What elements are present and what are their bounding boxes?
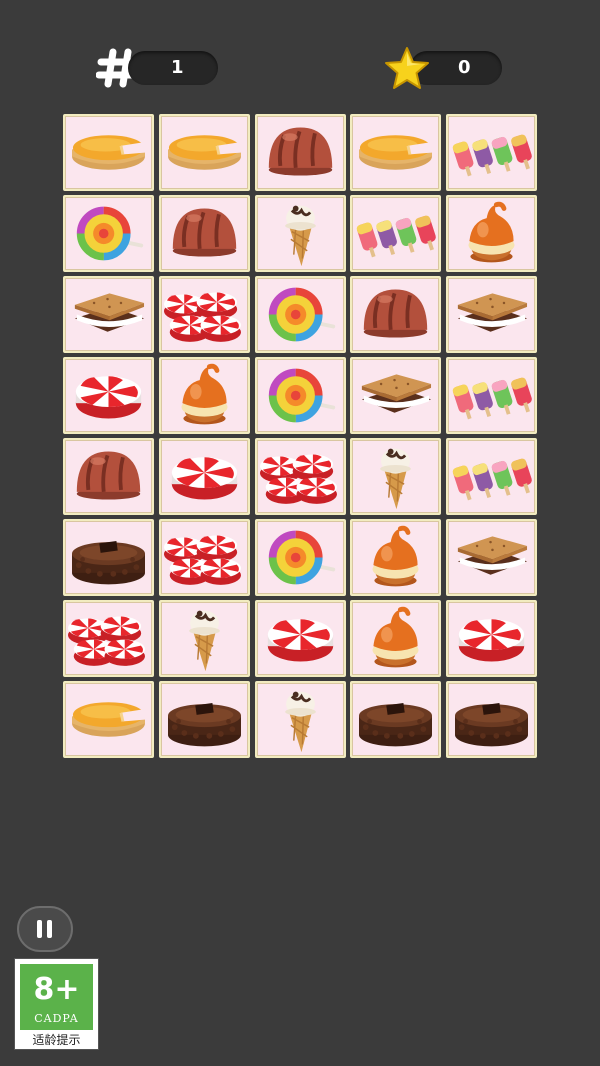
ice-cream-cone-icon [284, 205, 316, 267]
peppermint-candy-icon [267, 619, 333, 662]
tile-popsicles[interactable] [446, 114, 537, 191]
peppermint-candy-icon [171, 457, 237, 500]
chocolate-cake-icon [167, 702, 241, 747]
lollipop-icon [268, 287, 335, 342]
moves-pill: 1 [128, 51, 218, 85]
peppermint-candies-icon [163, 535, 241, 585]
smores-icon [457, 293, 528, 332]
caramel-cupcake-icon [372, 525, 419, 587]
smores-icon [457, 536, 528, 575]
tile-cheese-pie[interactable] [63, 114, 154, 191]
tile-peppermint-candy[interactable] [254, 600, 346, 677]
tile-smores[interactable] [63, 276, 154, 353]
cheese-pie-icon [72, 135, 146, 170]
tile-chocolate-cake[interactable] [158, 681, 250, 758]
tile-popsicles[interactable] [446, 357, 537, 434]
age-rating-note: 适龄提示 [32, 1033, 81, 1047]
tile-caramel-cupcake[interactable] [446, 195, 537, 272]
tile-lollipop[interactable] [254, 276, 346, 353]
tile-chocolate-dome[interactable] [254, 114, 346, 191]
tile-ice-cream-cone[interactable] [254, 195, 346, 272]
tile-smores[interactable] [350, 357, 442, 434]
ice-cream-cone-icon [284, 691, 316, 753]
tile-popsicles[interactable] [350, 195, 442, 272]
smores-icon [74, 293, 145, 332]
tile-ice-cream-cone[interactable] [350, 438, 442, 515]
caramel-cupcake-icon [468, 201, 515, 263]
peppermint-candies-icon [163, 292, 241, 342]
chocolate-dome-icon [364, 289, 428, 338]
age-rating-org: CADPA [34, 1012, 79, 1025]
tile-chocolate-cake[interactable] [446, 681, 537, 758]
tile-peppermint-candy[interactable] [63, 357, 154, 434]
tile-peppermint-candies[interactable] [158, 519, 250, 596]
tile-popsicles[interactable] [446, 438, 537, 515]
tile-chocolate-dome[interactable] [350, 276, 442, 353]
game-board [63, 114, 537, 760]
caramel-cupcake-icon [181, 363, 228, 425]
tile-cheese-pie[interactable] [63, 681, 154, 758]
popsicles-icon [452, 377, 532, 420]
lollipop-icon [268, 368, 335, 423]
cheese-pie-icon [72, 702, 146, 737]
tile-caramel-cupcake[interactable] [350, 600, 442, 677]
tile-cheese-pie[interactable] [158, 114, 250, 191]
peppermint-candies-icon [67, 616, 145, 666]
tile-lollipop[interactable] [254, 519, 346, 596]
popsicles-icon [452, 458, 532, 501]
lollipop-icon [76, 206, 144, 261]
tile-lollipop[interactable] [63, 195, 154, 272]
tile-peppermint-candy[interactable] [158, 438, 250, 515]
chocolate-cake-icon [359, 702, 433, 747]
cheese-pie-icon [167, 135, 242, 170]
tile-lollipop[interactable] [254, 357, 346, 434]
tile-ice-cream-cone[interactable] [158, 600, 250, 677]
chocolate-cake-icon [455, 702, 528, 747]
chocolate-dome-icon [268, 127, 332, 176]
peppermint-candy-icon [458, 619, 525, 662]
tile-peppermint-candies[interactable] [158, 276, 250, 353]
tile-smores[interactable] [446, 519, 537, 596]
tile-chocolate-dome[interactable] [63, 438, 154, 515]
peppermint-candy-icon [75, 376, 142, 419]
popsicles-icon [357, 215, 437, 258]
age-rating-number: 8+ [33, 972, 80, 1007]
age-rating-badge: 8+ CADPA 适龄提示 [14, 958, 99, 1050]
tile-smores[interactable] [446, 276, 537, 353]
ice-cream-cone-icon [380, 448, 412, 510]
peppermint-candies-icon [259, 454, 337, 504]
chocolate-dome-icon [172, 208, 236, 257]
chocolate-dome-icon [76, 451, 141, 500]
cheese-pie-icon [359, 135, 434, 170]
tile-cheese-pie[interactable] [350, 114, 442, 191]
moves-value: 1 [171, 57, 184, 78]
tile-peppermint-candy[interactable] [446, 600, 537, 677]
chocolate-cake-icon [72, 540, 145, 585]
pause-icon [37, 920, 52, 938]
tile-caramel-cupcake[interactable] [158, 357, 250, 434]
tile-peppermint-candies[interactable] [63, 600, 154, 677]
tile-ice-cream-cone[interactable] [254, 681, 346, 758]
tile-chocolate-cake[interactable] [350, 681, 442, 758]
popsicles-icon [452, 134, 532, 177]
ice-cream-cone-icon [188, 610, 220, 672]
tile-chocolate-cake[interactable] [63, 519, 154, 596]
tile-peppermint-candies[interactable] [254, 438, 346, 515]
pause-button[interactable] [17, 906, 73, 952]
lollipop-icon [268, 530, 335, 585]
age-rating-panel: 8+ CADPA [20, 964, 93, 1030]
caramel-cupcake-icon [372, 606, 419, 668]
stars-value: 0 [458, 57, 471, 78]
smores-icon [362, 374, 432, 413]
tile-caramel-cupcake[interactable] [350, 519, 442, 596]
tile-chocolate-dome[interactable] [158, 195, 250, 272]
star-icon [385, 47, 429, 89]
